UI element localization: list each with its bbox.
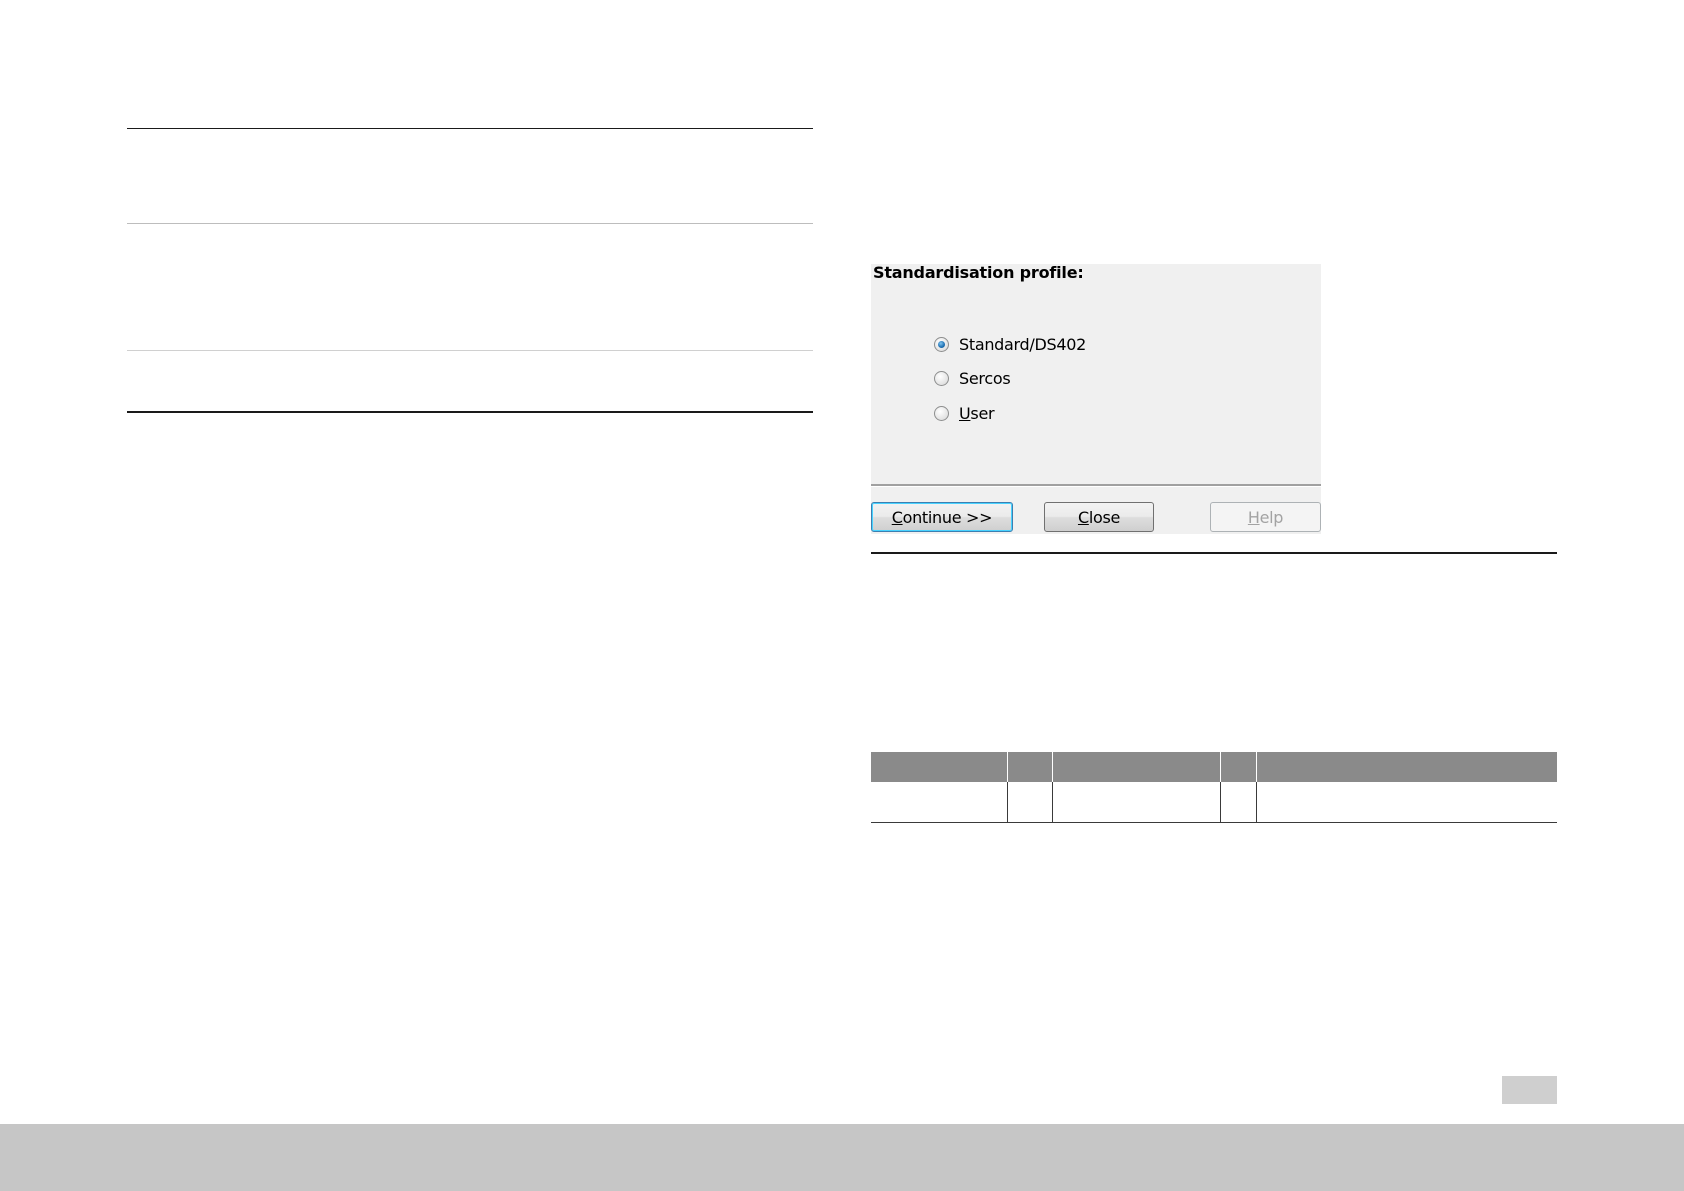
radio-option-user[interactable]: User: [934, 402, 995, 424]
radio-option-sercos[interactable]: Sercos: [934, 367, 1011, 389]
dialog-title: Standardisation profile:: [873, 263, 1084, 282]
table-cell: [1256, 782, 1557, 823]
table-cell: [1052, 782, 1221, 823]
footer-bar: [0, 1124, 1684, 1191]
standardisation-profile-dialog: Standardisation profile: Standard/DS402 …: [871, 263, 1321, 534]
data-table: [871, 752, 1557, 823]
radio-label: Sercos: [959, 368, 1011, 388]
radio-label: User: [959, 403, 995, 423]
mnemonic: C: [1077, 507, 1089, 527]
left-bottom-rule: [127, 411, 813, 413]
mnemonic: U: [959, 403, 971, 423]
left-row-divider-2: [127, 350, 813, 351]
right-section-rule: [871, 552, 1557, 554]
table-header-cell: [1007, 752, 1053, 782]
radio-label: Standard/DS402: [959, 334, 1086, 354]
table-header-cell: [871, 752, 1008, 782]
button-label: ontinue >>: [902, 507, 993, 527]
left-row-divider: [127, 223, 813, 224]
table-header-cell: [1220, 752, 1257, 782]
left-top-rule: [127, 128, 813, 129]
radio-button-icon[interactable]: [934, 405, 949, 421]
table-header-cell: [1256, 752, 1557, 782]
table-header-row: [871, 752, 1557, 782]
continue-button[interactable]: Continue >>: [871, 502, 1013, 532]
page-number-badge: [1502, 1076, 1557, 1104]
radio-option-standard-ds402[interactable]: Standard/DS402: [934, 333, 1086, 355]
button-label: elp: [1259, 507, 1284, 527]
help-button[interactable]: Help: [1210, 502, 1321, 532]
radio-button-icon[interactable]: [934, 370, 949, 386]
radio-button-icon[interactable]: [934, 336, 949, 352]
table-cell: [871, 782, 1008, 823]
table-cell: [1220, 782, 1257, 823]
dialog-divider: [871, 484, 1321, 487]
table-header-cell: [1052, 752, 1221, 782]
close-button[interactable]: Close: [1044, 502, 1154, 532]
mnemonic: C: [891, 507, 903, 527]
table-cell: [1007, 782, 1053, 823]
mnemonic: H: [1247, 507, 1260, 527]
button-label: lose: [1088, 507, 1121, 527]
table-row: [871, 782, 1557, 823]
